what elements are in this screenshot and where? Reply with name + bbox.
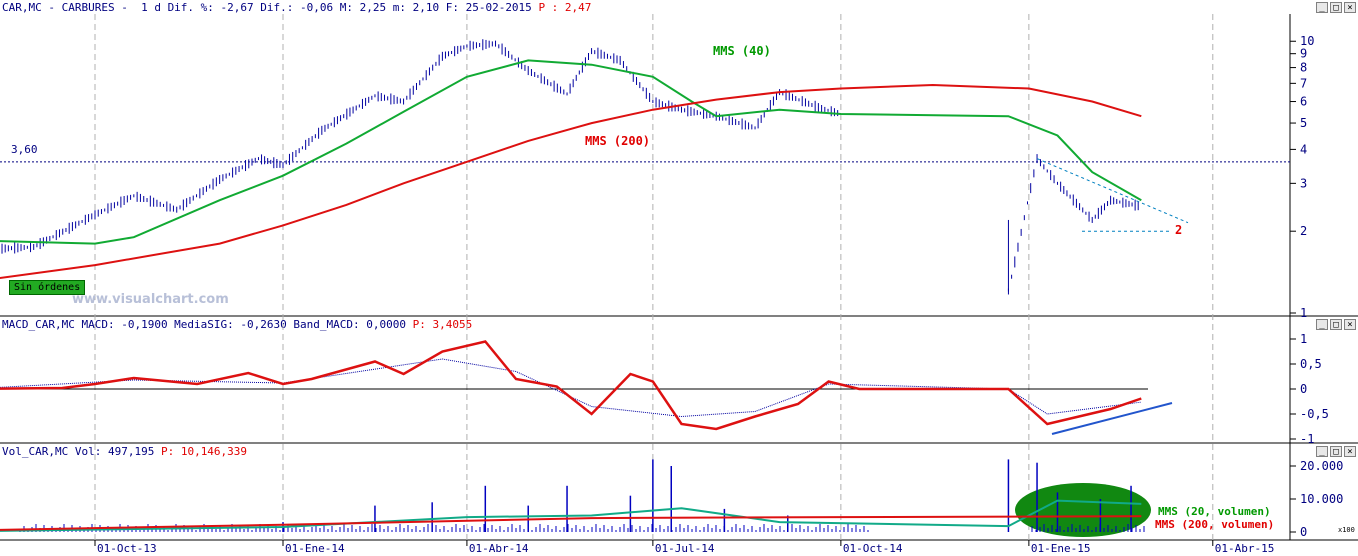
x-tick-label: 01-Ene-15 [1031,542,1091,555]
macd-y-tick-label: -1 [1300,432,1314,446]
vol-y-tick-label: 10.000 [1300,492,1343,506]
level-label: 3,60 [11,143,38,156]
sma40-line [0,59,1142,245]
scale-label: x100 [1338,526,1355,534]
x-tick-label: 01-Oct-13 [97,542,157,555]
sma200-line [0,83,1142,279]
price-y-tick-label: 9 [1300,47,1307,61]
vol-y-tick-label: 0 [1300,525,1307,539]
x-tick-label: 01-Abr-15 [1215,542,1275,555]
x-tick-label: 01-Abr-14 [469,542,529,555]
x-tick-label: 01-Ene-14 [285,542,345,555]
vol200-label: MMS (200, volumen) [1155,518,1274,531]
price-y-tick-label: 8 [1300,61,1307,75]
price-y-tick-label: 10 [1300,34,1314,48]
sma40-label: MMS (40) [713,44,771,58]
macd-line [0,340,1142,431]
watermark: www.visualchart.com [72,292,229,307]
price-y-tick-label: 3 [1300,176,1307,190]
resistance-trendline [1036,158,1189,224]
price-y-tick-label: 4 [1300,142,1307,156]
price-y-tick-label: 6 [1300,95,1307,109]
x-tick-label: 01-Jul-14 [655,542,715,555]
price-y-tick-label: 2 [1300,224,1307,238]
price-y-tick-label: 5 [1300,116,1307,130]
macd-y-tick-label: 1 [1300,332,1307,346]
sma200-label: MMS (200) [585,134,650,148]
vol20-label: MMS (20, volumen) [1158,505,1271,518]
stock-chart[interactable]: 01-Oct-13 01-Ene-14 01-Abr-14 01-Jul-14 01-O… [0,0,1358,556]
macd-y-tick-label: 0,5 [1300,357,1322,371]
vol-y-tick-label: 20.000 [1300,459,1343,473]
target-label: 2 [1175,223,1182,237]
price-y-tick-label: 1 [1300,306,1307,320]
macd-y-tick-label: -0,5 [1300,407,1329,421]
price-y-tick-label: 7 [1300,76,1307,90]
x-tick-label: 01-Oct-14 [843,542,903,555]
macd-y-tick-label: 0 [1300,382,1307,396]
